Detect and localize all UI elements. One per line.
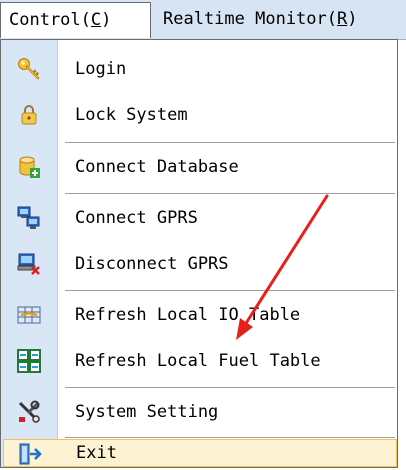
grid-table-icon — [17, 349, 41, 373]
menu-item-disconnect-gprs[interactable]: Disconnect GPRS — [1, 241, 397, 287]
menu-item-connect-gprs[interactable]: Connect GPRS — [1, 195, 397, 241]
menu-control-label-end: ) — [101, 10, 112, 30]
menu-separator — [65, 193, 395, 194]
exit-door-icon — [18, 442, 42, 466]
menu-item-refresh-io-table[interactable]: Refresh Local IO Table — [1, 292, 397, 338]
menu-item-refresh-fuel-table[interactable]: Refresh Local Fuel Table — [1, 338, 397, 384]
menu-realtime-label-end: ) — [347, 9, 358, 29]
lock-icon — [17, 103, 41, 127]
menu-item-login[interactable]: Login — [1, 46, 397, 92]
menu-item-login-label: Login — [75, 59, 127, 79]
menu-control-accesskey: C — [90, 10, 102, 30]
network-computers-icon — [17, 206, 41, 230]
menu-item-refresh-fuel-table-label: Refresh Local Fuel Table — [75, 351, 321, 371]
menu-bar: Control(C) Realtime Monitor(R) — [0, 0, 406, 40]
tools-icon — [17, 400, 41, 424]
menu-item-lock-system[interactable]: Lock System — [1, 92, 397, 138]
menu-item-exit-label: Exit — [76, 443, 117, 463]
menu-item-refresh-io-table-label: Refresh Local IO Table — [75, 305, 301, 325]
refresh-table-icon — [17, 303, 41, 327]
menu-realtime-label: Realtime Monitor( — [163, 9, 337, 29]
menu-item-system-setting[interactable]: System Setting — [1, 389, 397, 435]
menu-separator — [65, 290, 395, 291]
menu-item-connect-database[interactable]: Connect Database — [1, 144, 397, 190]
computer-disconnect-icon — [17, 252, 41, 276]
menu-separator — [65, 437, 395, 438]
menu-control[interactable]: Control(C) — [0, 2, 151, 38]
menu-item-lock-system-label: Lock System — [75, 105, 188, 125]
menu-item-disconnect-gprs-label: Disconnect GPRS — [75, 254, 229, 274]
key-icon — [17, 57, 41, 81]
menu-control-label: Control( — [9, 10, 91, 30]
menu-item-connect-database-label: Connect Database — [75, 157, 239, 177]
menu-item-exit[interactable]: Exit — [3, 439, 397, 467]
menu-item-system-setting-label: System Setting — [75, 402, 219, 422]
menu-item-connect-gprs-label: Connect GPRS — [75, 208, 198, 228]
database-add-icon — [17, 155, 41, 179]
menu-realtime-accesskey: R — [337, 9, 348, 29]
control-dropdown-menu: Login Lock System Connect Database Conne… — [0, 39, 398, 468]
menu-realtime-monitor[interactable]: Realtime Monitor(R) — [155, 2, 395, 38]
menu-separator — [65, 142, 395, 143]
menu-separator — [65, 387, 395, 388]
